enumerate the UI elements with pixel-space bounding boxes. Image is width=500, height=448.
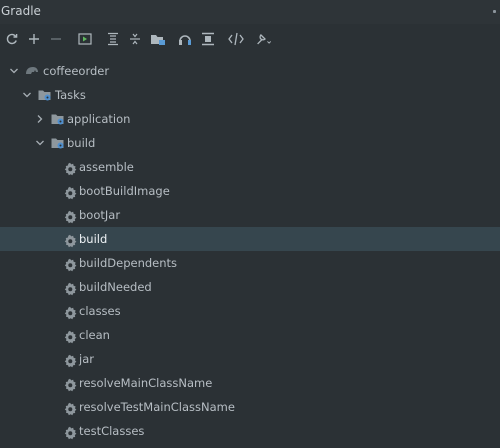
application-group-label: application (67, 112, 131, 126)
chevron-down-icon[interactable] (35, 138, 45, 148)
task-label: resolveMainClassName (79, 376, 213, 390)
group-modules-icon[interactable] (149, 30, 167, 48)
task-label: buildNeeded (79, 280, 152, 294)
tree-node-task[interactable]: build (0, 227, 500, 251)
panel-header: Gradle (0, 0, 500, 24)
task-label: clean (79, 328, 110, 342)
chevron-right-icon[interactable] (35, 114, 45, 124)
tree-node-task[interactable]: jar (0, 347, 500, 371)
tree-node-task[interactable]: bootBuildImage (0, 179, 500, 203)
chevron-down-icon[interactable] (22, 90, 32, 100)
tree-node-project[interactable]: coffeeorder (0, 59, 500, 83)
gear-icon (63, 160, 77, 176)
run-task-icon[interactable] (76, 30, 94, 48)
task-label: bootJar (79, 208, 121, 222)
gradle-toolbar (0, 26, 500, 52)
tree-node-task[interactable]: resolveTestMainClassName (0, 395, 500, 419)
task-label: assemble (79, 160, 134, 174)
tree-node-task[interactable]: testClasses (0, 419, 500, 443)
folder-gear-icon (51, 114, 64, 125)
tree-node-task[interactable]: classes (0, 299, 500, 323)
tree-node-tasks[interactable]: Tasks (0, 83, 500, 107)
task-label: jar (79, 352, 94, 366)
tree-node-task[interactable]: clean (0, 323, 500, 347)
gear-icon (63, 208, 77, 224)
gradle-tree: coffeeorder Tasks application build asse… (0, 57, 500, 440)
minus-icon[interactable] (47, 30, 65, 48)
gear-icon (63, 256, 77, 272)
gear-icon (63, 232, 77, 248)
gear-icon (63, 184, 77, 200)
folder-gear-icon (51, 138, 64, 149)
project-label: coffeeorder (43, 64, 110, 78)
gear-icon (63, 376, 77, 392)
folder-gear-icon (38, 90, 51, 101)
reload-icon[interactable] (3, 30, 21, 48)
plus-icon[interactable] (25, 30, 43, 48)
collapse-all-icon[interactable] (126, 30, 144, 48)
tree-node-task[interactable]: bootJar (0, 203, 500, 227)
gear-icon (63, 424, 77, 440)
task-label: buildDependents (79, 256, 178, 270)
chevron-down-icon[interactable] (9, 66, 19, 76)
expand-all-icon[interactable] (104, 30, 122, 48)
tasks-group-label: Tasks (55, 88, 86, 102)
task-label: build (79, 232, 108, 246)
gear-icon (63, 352, 77, 368)
gear-icon (63, 400, 77, 416)
task-label: bootBuildImage (79, 184, 170, 198)
task-label: resolveTestMainClassName (79, 400, 235, 414)
tree-node-task[interactable]: resolveMainClassName (0, 371, 500, 395)
tree-node-application[interactable]: application (0, 107, 500, 131)
task-label: classes (79, 304, 121, 318)
dependencies-icon[interactable] (227, 30, 245, 48)
tree-node-task[interactable]: assemble (0, 155, 500, 179)
gradle-elephant-icon (26, 67, 38, 74)
gear-icon (63, 280, 77, 296)
gear-icon (63, 304, 77, 320)
task-label: testClasses (79, 424, 145, 438)
tree-node-task[interactable]: buildDependents (0, 251, 500, 275)
build-group-label: build (67, 136, 96, 150)
options-icon[interactable] (493, 10, 496, 13)
tree-node-build-group[interactable]: build (0, 131, 500, 155)
toggle-tests-icon[interactable] (199, 30, 217, 48)
settings-wrench-icon[interactable] (256, 30, 274, 48)
offline-mode-icon[interactable] (176, 30, 194, 48)
tree-node-task[interactable]: buildNeeded (0, 275, 500, 299)
gear-icon (63, 328, 77, 344)
panel-title: Gradle (1, 4, 41, 18)
